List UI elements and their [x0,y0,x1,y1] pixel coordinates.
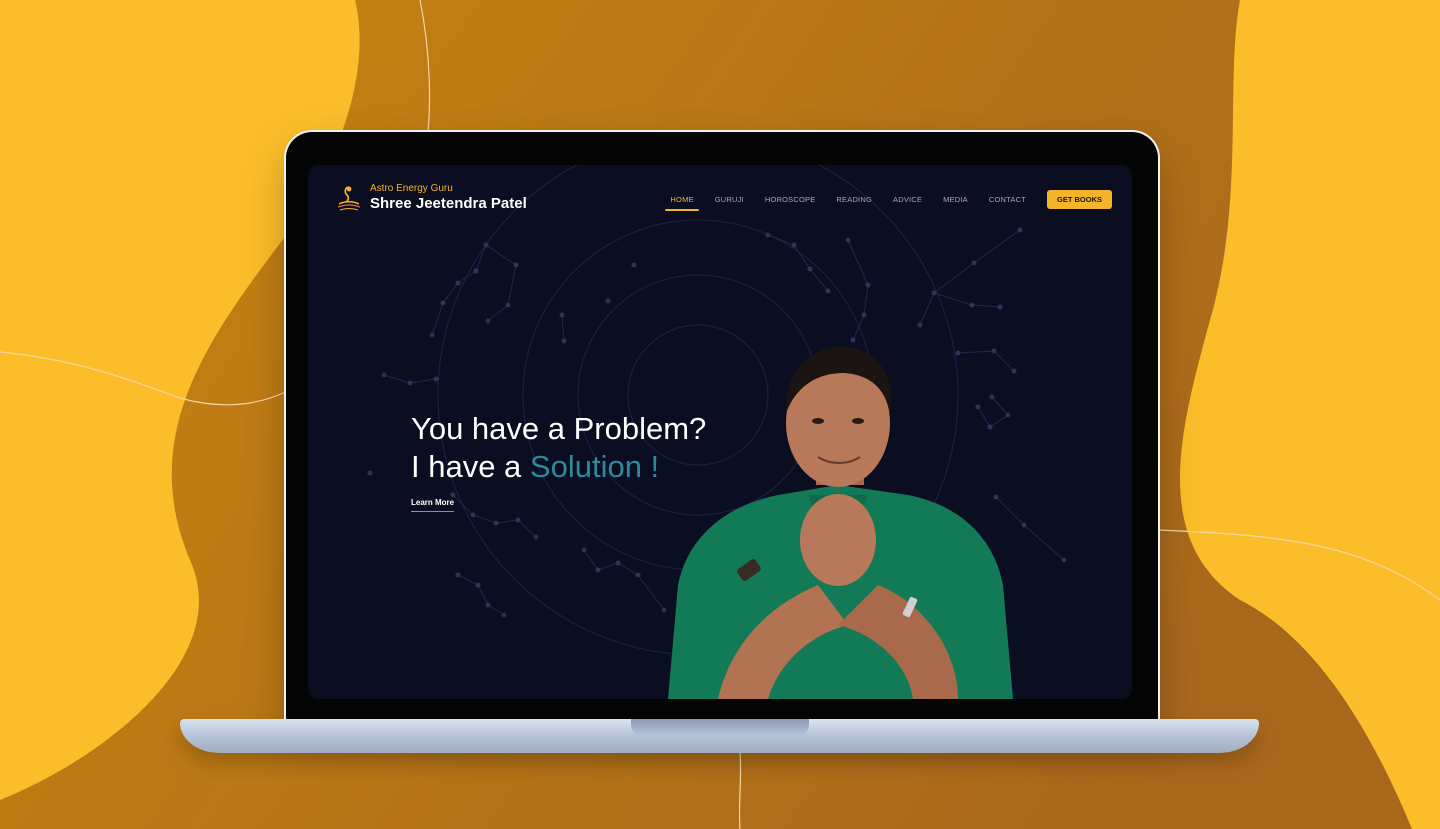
mockup-stage: Astro Energy Guru Shree Jeetendra Patel … [0,0,1440,829]
cobra-lamp-logo-icon [337,186,361,211]
website-screen: Astro Energy Guru Shree Jeetendra Patel … [308,165,1132,699]
brand[interactable]: Astro Energy Guru Shree Jeetendra Patel [336,183,527,213]
nav-item-contact[interactable]: CONTACT [989,191,1026,208]
laptop-notch [631,719,809,736]
learn-more-link[interactable]: Learn More [411,498,455,512]
nav-item-media[interactable]: MEDIA [943,191,968,208]
nav-item-horoscope[interactable]: HOROSCOPE [765,191,816,208]
get-books-button[interactable]: GET BOOKS [1046,190,1112,209]
brand-tagline: Astro Energy Guru [370,183,453,194]
brand-name: Shree Jeetendra Patel [370,195,527,212]
main-nav: HOME GURUJI HOROSCOPE READING ADVICE MED… [649,190,1112,211]
nav-item-home[interactable]: HOME [665,191,700,211]
hero-line2-prefix: I have a [411,449,530,484]
nav-item-reading[interactable]: READING [836,191,872,208]
nav-item-advice[interactable]: ADVICE [893,191,922,208]
guru-portrait-image [668,346,1013,699]
nav-item-guruji[interactable]: GURUJI [715,191,744,208]
hero-line2-highlight: Solution ! [529,449,660,484]
